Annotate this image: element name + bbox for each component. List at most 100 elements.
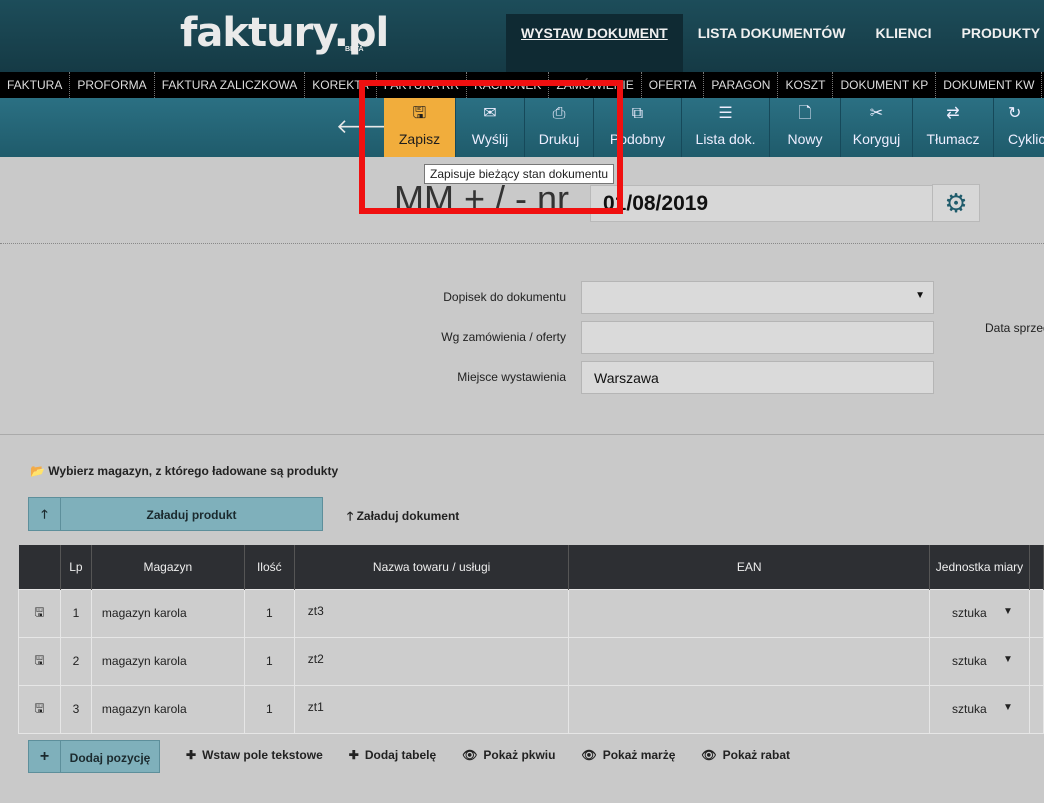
eye-icon: 👁 [581,748,597,762]
place-label: Miejsce wystawienia [457,370,566,384]
row-magazyn[interactable]: magazyn karola [90,684,245,734]
document-list-button[interactable]: ☰ Lista dok. [682,98,770,157]
load-document-button[interactable]: 🡑 Załaduj dokument [347,507,459,528]
table-row: 🖫 1 magazyn karola 1 zt3 sztuka ▼ [18,588,1044,638]
doctype-dokument-kp[interactable]: DOKUMENT KP [833,72,937,98]
row-save-icon[interactable]: 🖫 [18,588,61,638]
send-button[interactable]: ✉ Wyślij [456,98,525,157]
exchange-icon: ⇄ [946,105,960,122]
note-select[interactable]: ▼ [581,281,934,314]
plus-icon: ✚ [348,748,359,762]
printer-icon: ⎙ [552,105,566,122]
similar-button[interactable]: ⧉ Podobny [594,98,682,157]
doctype-faktura-rr[interactable]: FAKTURA RR [377,72,468,98]
header-nazwa: Nazwa towaru / usługi [294,545,570,589]
row-more [1028,636,1044,686]
insert-text-field-button[interactable]: ✚ Wstaw pole tekstowe [186,748,323,762]
cycle-icon: ↻ [1008,105,1022,122]
floppy-icon: 🖫 [412,105,427,122]
back-arrow-icon[interactable]: 🡐 [336,114,390,138]
header-ean: EAN [568,545,931,589]
save-button[interactable]: 🖫 Zapisz [384,98,456,157]
warehouse-prompt-text: Wybierz magazyn, z którego ładowane są p… [48,464,339,478]
document-list-label: Lista dok. [695,131,756,147]
folder-open-icon: 📂 [30,464,45,478]
new-button[interactable]: 🗋 Nowy [770,98,841,157]
correct-button[interactable]: ✂ Koryguj [841,98,913,157]
doctype-paragon[interactable]: PARAGON [704,72,779,98]
doctype-zamowienie[interactable]: ZAMÓWIENIE [549,72,642,98]
show-discount-button[interactable]: 👁 Pokaż rabat [701,748,790,762]
print-label: Drukuj [538,131,580,147]
row-nazwa[interactable]: zt3 [293,588,570,638]
table-row: 🖫 2 magazyn karola 1 zt2 sztuka ▼ [18,636,1044,686]
document-title: MM + / - nr [394,178,570,219]
nav-clients[interactable]: KLIENCI [861,14,947,72]
nav-document-list[interactable]: LISTA DOKUMENTÓW [683,14,861,72]
correct-label: Koryguj [852,131,901,147]
caret-down-icon: ▼ [1003,606,1013,617]
row-save-icon[interactable]: 🖫 [18,636,61,686]
doctype-korekta[interactable]: KOREKTA [305,72,377,98]
order-label: Wg zamówienia / oferty [441,330,566,344]
doctype-faktura[interactable]: FAKTURA [0,72,71,98]
show-margin-button[interactable]: 👁 Pokaż marżę [581,748,675,762]
doctype-koszt[interactable]: KOSZT [778,72,834,98]
place-input[interactable]: Warszawa [581,361,934,394]
warehouse-prompt: 📂 Wybierz magazyn, z którego ładowane są… [30,464,338,478]
row-lp: 3 [59,684,92,734]
insert-text-label: Wstaw pole tekstowe [202,748,323,762]
row-unit-select[interactable]: sztuka ▼ [929,588,1030,638]
print-button[interactable]: ⎙ Drukuj [525,98,594,157]
row-unit-select[interactable]: sztuka ▼ [929,636,1030,686]
row-ilosc[interactable]: 1 [243,684,295,734]
doctype-dokument-kw[interactable]: DOKUMENT KW [936,72,1043,98]
main-nav: WYSTAW DOKUMENT LISTA DOKUMENTÓW KLIENCI… [506,14,1044,72]
envelope-icon: ✉ [483,105,497,122]
row-ean[interactable] [568,684,931,734]
plus-icon: ✚ [186,748,197,762]
add-table-button[interactable]: ✚ Dodaj tabelę [349,748,436,762]
doctype-oferta[interactable]: OFERTA [642,72,705,98]
document-date-field[interactable]: 01/08/2019 [590,185,934,222]
header-save [18,545,61,589]
arrow-up-icon: 🡑 [29,498,61,530]
row-ilosc[interactable]: 1 [243,636,295,686]
translate-button[interactable]: ⇄ Tłumacz [913,98,994,157]
add-position-button[interactable]: + Dodaj pozycję [28,740,160,773]
header-more [1029,545,1044,589]
row-lp: 1 [59,588,92,638]
row-ean[interactable] [568,636,931,686]
row-nazwa[interactable]: zt2 [293,636,570,686]
send-label: Wyślij [471,131,509,147]
load-product-button[interactable]: 🡑 Załaduj produkt [28,497,323,531]
note-label: Dopisek do dokumentu [443,290,566,304]
load-product-label: Załaduj produkt [146,508,237,522]
doctype-proforma[interactable]: PROFORMA [70,72,155,98]
table-actions: ✚ Wstaw pole tekstowe ✚ Dodaj tabelę 👁 Poka… [186,748,816,762]
gear-icon[interactable]: ⚙ [932,184,980,222]
order-input[interactable] [581,321,934,354]
divider [0,243,1044,244]
caret-down-icon: ▼ [915,290,925,301]
row-unit-select[interactable]: sztuka ▼ [929,684,1030,734]
add-table-label: Dodaj tabelę [364,748,437,762]
doctype-faktura-zaliczkowa[interactable]: FAKTURA ZALICZKOWA [155,72,306,98]
sale-date-label: Data sprzedaży [985,321,1044,335]
row-magazyn[interactable]: magazyn karola [90,636,245,686]
nav-products[interactable]: PRODUKTY [947,14,1044,72]
row-nazwa[interactable]: zt1 [293,684,570,734]
table-header-row: Lp Magazyn Ilość Nazwa towaru / usługi E… [18,545,1044,589]
row-ean[interactable] [568,588,931,638]
app-header: faktury.pl BETA WYSTAW DOKUMENT LISTA DO… [0,0,1044,72]
header-magazyn: Magazyn [91,545,245,589]
row-magazyn[interactable]: magazyn karola [90,588,245,638]
table-row: 🖫 3 magazyn karola 1 zt1 sztuka ▼ [18,684,1044,734]
cyclic-button[interactable]: ↻ Cyklicz [994,98,1044,157]
action-toolbar: 🡐 🖫 Zapisz ✉ Wyślij ⎙ Drukuj ⧉ Podobny ☰… [0,98,1044,157]
row-ilosc[interactable]: 1 [243,588,295,638]
show-pkwiu-button[interactable]: 👁 Pokaż pkwiu [462,748,555,762]
nav-issue-document[interactable]: WYSTAW DOKUMENT [506,14,683,72]
doctype-rachunek[interactable]: RACHUNEK [467,72,550,98]
row-save-icon[interactable]: 🖫 [18,684,61,734]
